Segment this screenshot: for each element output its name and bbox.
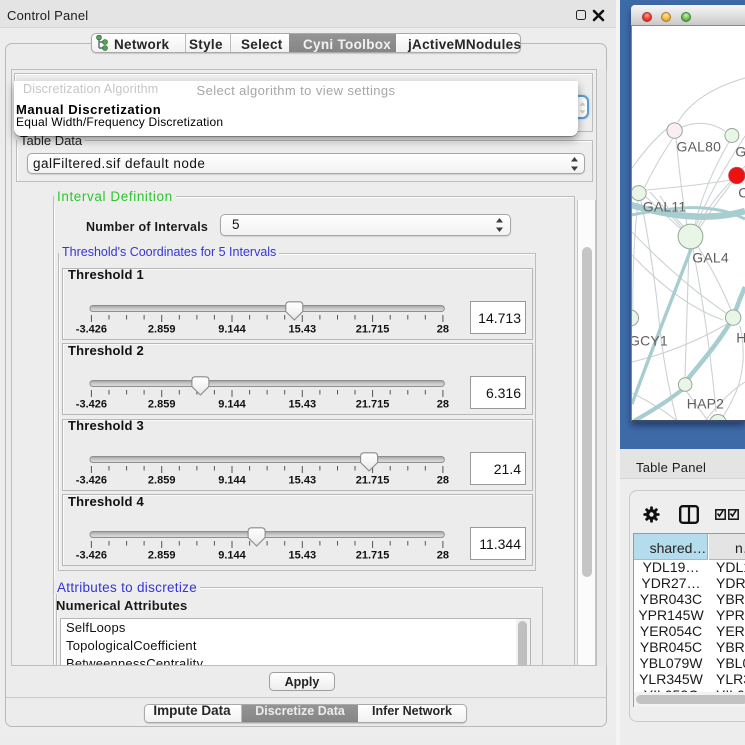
svg-text:2.859: 2.859 [148, 399, 176, 411]
svg-text:GAL1: GAL1 [735, 144, 745, 160]
svg-text:2.859: 2.859 [148, 474, 176, 486]
svg-text:GCY1: GCY1 [632, 333, 668, 349]
svg-text:9.144: 9.144 [218, 323, 246, 335]
svg-text:H: H [736, 330, 745, 346]
svg-text:21.715: 21.715 [356, 399, 390, 411]
svg-text:21.715: 21.715 [356, 550, 390, 562]
svg-text:15.43: 15.43 [289, 474, 317, 486]
svg-text:GAL80: GAL80 [677, 139, 722, 155]
svg-text:GAL11: GAL11 [643, 199, 687, 215]
svg-text:15.43: 15.43 [289, 399, 317, 411]
svg-text:9.144: 9.144 [218, 399, 246, 411]
svg-text:21.715: 21.715 [356, 474, 390, 486]
svg-text:9.144: 9.144 [218, 550, 246, 562]
svg-text:15.43: 15.43 [289, 323, 317, 335]
svg-text:2.859: 2.859 [148, 323, 176, 335]
svg-text:HAP2: HAP2 [687, 396, 724, 412]
svg-text:21.715: 21.715 [356, 323, 390, 335]
svg-text:2.859: 2.859 [148, 550, 176, 562]
svg-text:28: 28 [437, 474, 449, 486]
svg-text:GAL4: GAL4 [692, 250, 729, 266]
svg-text:-3.426: -3.426 [76, 399, 107, 411]
svg-text:15.43: 15.43 [289, 550, 317, 562]
svg-text:-3.426: -3.426 [76, 474, 107, 486]
svg-text:28: 28 [437, 550, 449, 562]
svg-text:28: 28 [437, 323, 449, 335]
svg-text:9.144: 9.144 [218, 474, 246, 486]
svg-text:CY: CY [738, 185, 745, 201]
svg-text:-3.426: -3.426 [76, 550, 107, 562]
svg-text:-3.426: -3.426 [76, 323, 107, 335]
svg-text:28: 28 [437, 399, 449, 411]
